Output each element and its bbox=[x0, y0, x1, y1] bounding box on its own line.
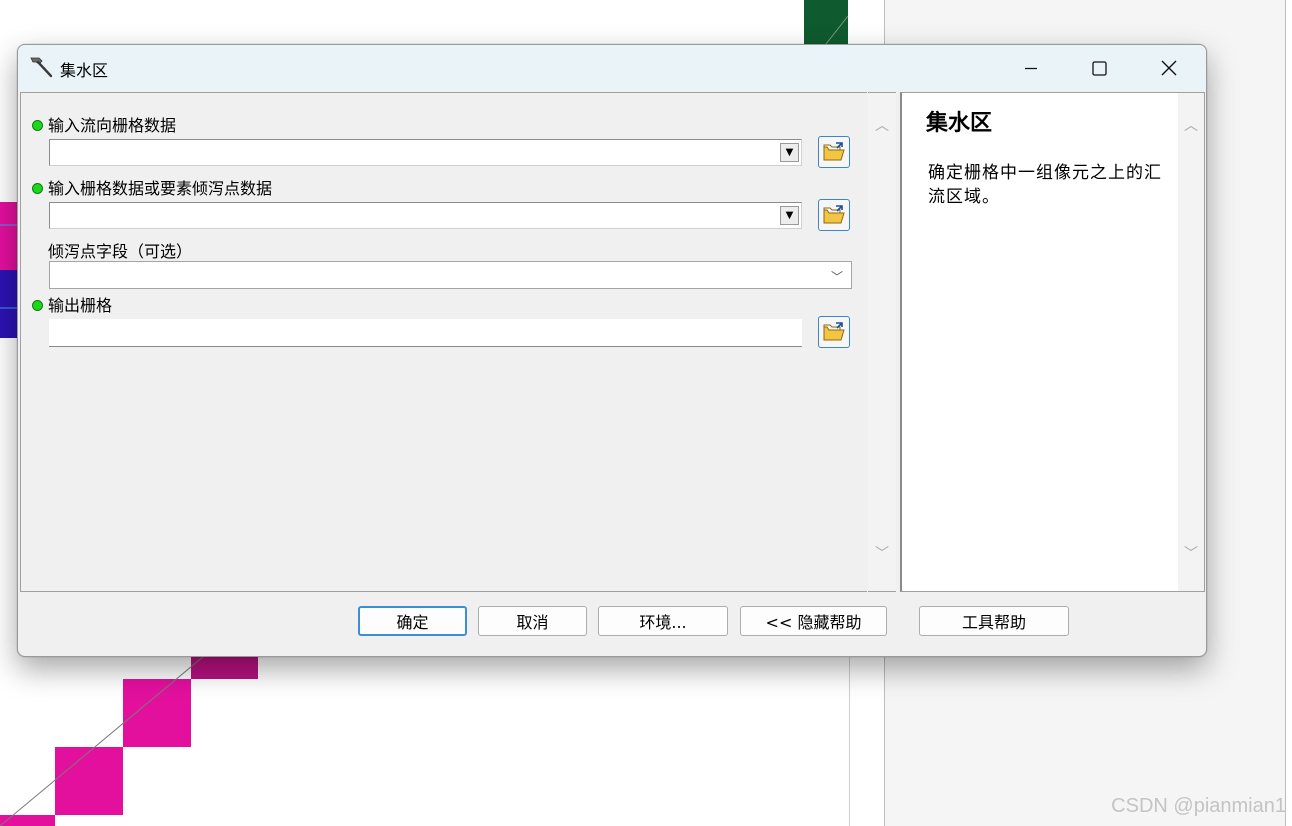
pour-point-dropdown[interactable]: ▼ bbox=[49, 202, 802, 229]
output-raster-input[interactable] bbox=[49, 319, 802, 347]
ok-button[interactable]: 确定 bbox=[358, 606, 467, 636]
hide-help-button[interactable]: << 隐藏帮助 bbox=[740, 606, 887, 636]
maximize-button[interactable] bbox=[1066, 45, 1132, 91]
open-folder-icon bbox=[823, 142, 845, 161]
pour-point-field-label: 倾泻点字段（可选） bbox=[48, 242, 193, 261]
window-title: 集水区 bbox=[60, 61, 109, 80]
chevron-down-icon: ﹀ bbox=[830, 270, 843, 284]
flow-direction-label: 输入流向栅格数据 bbox=[48, 116, 177, 135]
minimize-icon bbox=[1025, 67, 1037, 70]
open-folder-icon bbox=[823, 322, 845, 341]
pour-point-field-select[interactable]: ﹀ bbox=[49, 261, 852, 289]
close-icon bbox=[1161, 60, 1177, 76]
hammer-icon bbox=[30, 57, 53, 78]
required-indicator-icon bbox=[32, 300, 43, 311]
help-description: 确定栅格中一组像元之上的汇流区域。 bbox=[928, 163, 1162, 207]
help-pane: 集水区 确定栅格中一组像元之上的汇流区域。 bbox=[900, 92, 1179, 592]
help-title: 集水区 bbox=[926, 111, 993, 136]
output-raster-label: 输出栅格 bbox=[48, 296, 113, 315]
scroll-down-icon[interactable]: ﹀ bbox=[868, 543, 896, 563]
parameters-pane: 输入流向栅格数据 ▼ 输入栅格数据或要素倾泻点数据 ▼ 倾泻点字段（可选） ﹀ … bbox=[20, 92, 867, 592]
dropdown-arrow-icon[interactable]: ▼ bbox=[780, 143, 799, 162]
tool-help-button[interactable]: 工具帮助 bbox=[919, 606, 1069, 636]
open-folder-icon bbox=[823, 205, 845, 224]
help-scrollbar[interactable]: ︿ ﹀ bbox=[1178, 92, 1205, 592]
output-raster-browse-button[interactable] bbox=[818, 316, 850, 348]
flow-direction-browse-button[interactable] bbox=[818, 136, 850, 168]
scroll-down-icon[interactable]: ﹀ bbox=[1178, 543, 1204, 563]
scroll-up-icon[interactable]: ︿ bbox=[868, 115, 896, 135]
close-button[interactable] bbox=[1136, 45, 1202, 91]
required-indicator-icon bbox=[32, 183, 43, 194]
cancel-button[interactable]: 取消 bbox=[478, 606, 587, 636]
maximize-icon bbox=[1091, 60, 1107, 76]
pour-point-browse-button[interactable] bbox=[818, 199, 850, 231]
watermark: CSDN @pianmian1 bbox=[1111, 795, 1286, 817]
parameters-scrollbar[interactable]: ︿ ﹀ bbox=[868, 92, 896, 592]
minimize-button[interactable] bbox=[998, 45, 1064, 91]
pour-point-label: 输入栅格数据或要素倾泻点数据 bbox=[48, 179, 273, 198]
environments-button[interactable]: 环境... bbox=[598, 606, 728, 636]
catchment-dialog: 集水区 输入流向栅格数据 ▼ 输入栅格数据或要素倾泻点数据 ▼ 倾泻点字段（可选… bbox=[17, 44, 1207, 657]
required-indicator-icon bbox=[32, 120, 43, 131]
dialog-body: 输入流向栅格数据 ▼ 输入栅格数据或要素倾泻点数据 ▼ 倾泻点字段（可选） ﹀ … bbox=[20, 92, 1205, 592]
dropdown-arrow-icon[interactable]: ▼ bbox=[780, 206, 799, 225]
flow-direction-dropdown[interactable]: ▼ bbox=[49, 139, 802, 166]
scroll-up-icon[interactable]: ︿ bbox=[1178, 115, 1204, 135]
title-bar[interactable]: 集水区 bbox=[18, 45, 1206, 91]
